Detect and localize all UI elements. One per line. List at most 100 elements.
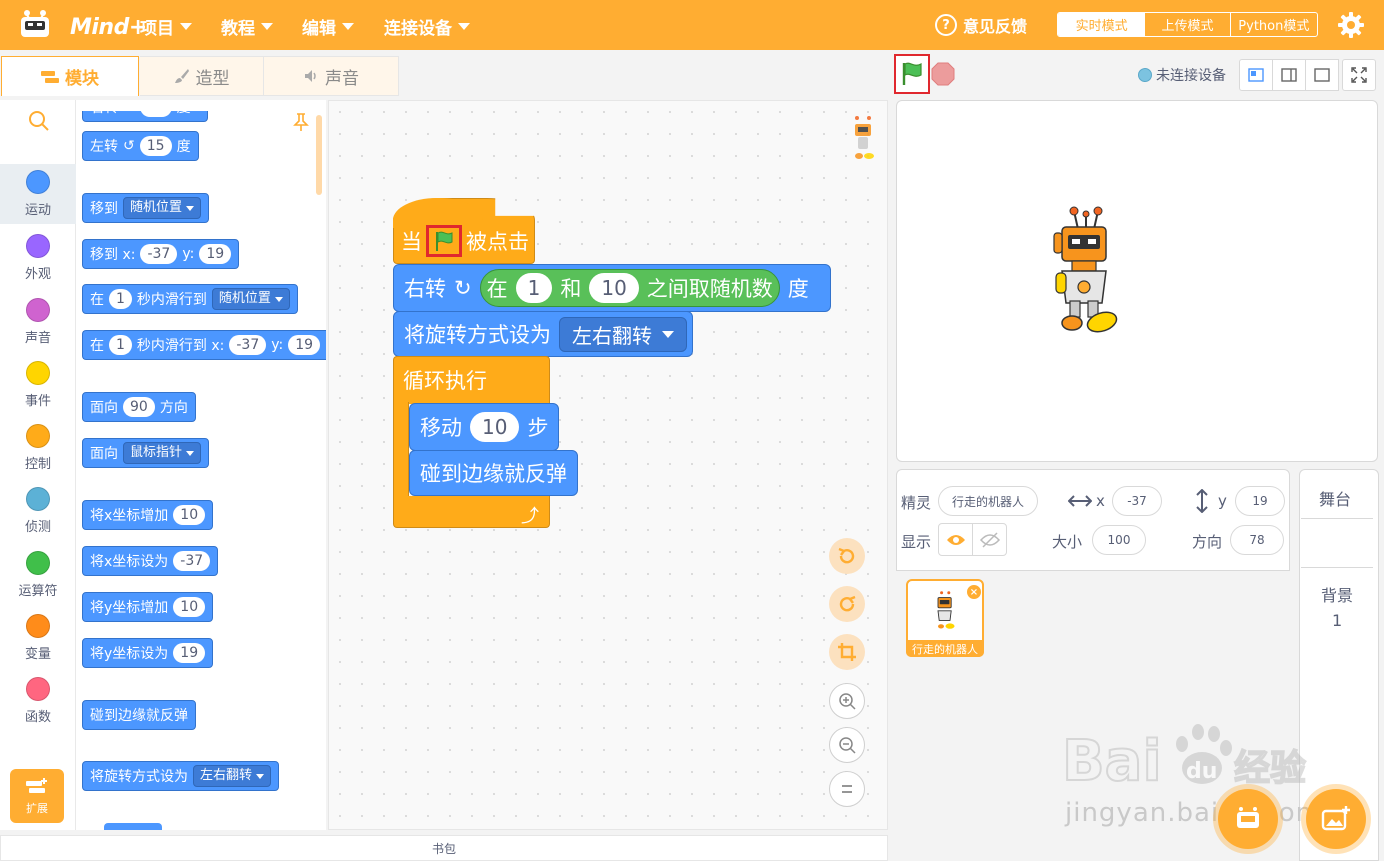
- block-dropdown[interactable]: 左右翻转: [193, 765, 272, 787]
- sprite-name-input[interactable]: 行走的机器人: [938, 486, 1038, 516]
- category-sensing[interactable]: 侦测: [0, 481, 76, 541]
- category-functions[interactable]: 函数: [0, 671, 76, 731]
- loop-arrow-icon: ⤴: [521, 506, 539, 527]
- crop-button[interactable]: [829, 634, 865, 670]
- feedback-button[interactable]: ? 意见反馈: [935, 13, 1027, 37]
- layout-hide-stage-button[interactable]: [1305, 59, 1339, 91]
- x-input[interactable]: -37: [1112, 486, 1162, 516]
- block-set-x[interactable]: 将x坐标设为 -37: [82, 546, 219, 576]
- block-change-x[interactable]: 将x坐标增加 10: [82, 500, 214, 530]
- block-change-y[interactable]: 将y坐标增加 10: [82, 592, 214, 622]
- block-point-direction[interactable]: 面向 90 方向: [82, 392, 196, 422]
- zoom-in-button[interactable]: [829, 683, 865, 719]
- pin-icon[interactable]: [292, 112, 310, 132]
- y-input[interactable]: 19: [1235, 486, 1285, 516]
- block-rotation-style[interactable]: 将旋转方式设为 左右翻转: [82, 761, 280, 791]
- redo-button[interactable]: [829, 586, 865, 622]
- category-sound[interactable]: 声音: [0, 292, 76, 352]
- layout-normal-stage-button[interactable]: [1272, 59, 1306, 91]
- stage-canvas[interactable]: [896, 100, 1378, 462]
- mode-upload[interactable]: 上传模式: [1145, 13, 1231, 36]
- block-glide-xy[interactable]: 在 1 秒内滑行到 x: -37 y: 19: [82, 330, 326, 360]
- rotation-style-dropdown[interactable]: 左右翻转: [559, 316, 687, 352]
- category-operators[interactable]: 运算符: [0, 545, 76, 605]
- block-input[interactable]: 10: [173, 597, 206, 617]
- block-glide-random[interactable]: 在 1 秒内滑行到 随机位置: [82, 284, 298, 314]
- block-dropdown[interactable]: 随机位置: [211, 288, 290, 310]
- category-control[interactable]: 控制: [0, 418, 76, 478]
- menu-project[interactable]: 项目: [140, 14, 192, 39]
- menu-connect-device[interactable]: 连接设备: [384, 14, 470, 39]
- layout-small-stage-button[interactable]: [1239, 59, 1273, 91]
- search-icon[interactable]: [28, 110, 50, 132]
- extensions-button[interactable]: 扩展: [10, 769, 64, 823]
- category-events[interactable]: 事件: [0, 355, 76, 415]
- hide-sprite-button[interactable]: [972, 523, 1007, 556]
- move-steps-input[interactable]: 10: [470, 412, 520, 442]
- stop-button[interactable]: [931, 62, 955, 86]
- category-motion[interactable]: 运动: [0, 164, 76, 224]
- block-bounce-on-edge[interactable]: 碰到边缘就反弹: [409, 450, 578, 496]
- block-text: 秒内滑行到 x:: [136, 338, 225, 354]
- block-goto-xy[interactable]: 移到 x: -37 y: 19: [82, 239, 240, 269]
- category-variables[interactable]: 变量: [0, 608, 76, 668]
- stage-thumbnail[interactable]: [1301, 518, 1373, 568]
- menu-edit[interactable]: 编辑: [302, 14, 354, 39]
- mode-realtime[interactable]: 实时模式: [1058, 13, 1146, 36]
- block-input[interactable]: -37: [173, 551, 211, 571]
- palette-scrollbar[interactable]: [316, 115, 322, 195]
- size-input[interactable]: 100: [1092, 525, 1146, 555]
- menu-edit-label: 编辑: [302, 19, 336, 39]
- sprite-name-label: 精灵: [901, 494, 932, 512]
- block-goto[interactable]: 移到 随机位置: [82, 193, 210, 223]
- block-input[interactable]: -37: [229, 335, 267, 355]
- robot-sprite[interactable]: [1052, 205, 1120, 340]
- fullscreen-button[interactable]: [1342, 59, 1376, 91]
- block-set-y[interactable]: 将y坐标设为 19: [82, 638, 214, 668]
- zoom-out-button[interactable]: [829, 727, 865, 763]
- chevron-down-icon: [180, 23, 192, 30]
- green-flag-button[interactable]: [894, 54, 930, 94]
- vertical-arrows-icon: [1196, 489, 1208, 513]
- direction-input[interactable]: 78: [1230, 525, 1284, 555]
- zoom-reset-button[interactable]: [829, 771, 865, 807]
- block-point-towards[interactable]: 面向 鼠标指针: [82, 438, 210, 468]
- block-input[interactable]: 1: [109, 289, 132, 309]
- add-backdrop-button[interactable]: [1306, 789, 1366, 849]
- random-from-input[interactable]: 1: [515, 273, 553, 303]
- block-dropdown[interactable]: 随机位置: [123, 197, 202, 219]
- mode-python[interactable]: Python模式: [1231, 13, 1317, 36]
- tab-sounds[interactable]: 声音: [263, 56, 399, 96]
- block-set-rotation-style[interactable]: 将旋转方式设为 左右翻转: [393, 311, 693, 357]
- block-input[interactable]: 19: [173, 643, 206, 663]
- block-input[interactable]: 1: [109, 335, 132, 355]
- block-input[interactable]: 19: [199, 244, 232, 264]
- random-reporter[interactable]: 在 1 和 10 之间取随机数: [479, 269, 780, 307]
- backpack-bar[interactable]: 书包: [0, 835, 888, 861]
- block-text: 移到: [90, 201, 118, 217]
- random-to-input[interactable]: 10: [589, 273, 639, 303]
- gear-icon[interactable]: [1336, 10, 1366, 40]
- delete-sprite-icon[interactable]: ×: [966, 584, 982, 600]
- mind-plus-logo[interactable]: Mind+: [18, 9, 147, 41]
- block-input[interactable]: 19: [288, 335, 321, 355]
- block-input[interactable]: 10: [173, 505, 206, 525]
- block-turn-right-random[interactable]: 右转 ↻ 在 1 和 10 之间取随机数 度: [393, 264, 831, 312]
- tab-costumes[interactable]: 造型: [140, 56, 264, 96]
- category-looks[interactable]: 外观: [0, 228, 76, 288]
- hat-block-when-flag-clicked[interactable]: 当 被点击: [393, 218, 539, 264]
- show-sprite-button[interactable]: [938, 523, 973, 556]
- image-add-icon: [1321, 806, 1350, 831]
- block-input[interactable]: 90: [123, 397, 155, 417]
- block-bounce[interactable]: 碰到边缘就反弹: [82, 700, 196, 730]
- menu-tutorial[interactable]: 教程: [221, 14, 273, 39]
- undo-button[interactable]: [829, 538, 865, 574]
- add-sprite-button[interactable]: [1218, 789, 1278, 849]
- block-input[interactable]: -37: [140, 244, 178, 264]
- block-move-steps[interactable]: 移动 10 步: [409, 403, 560, 451]
- tab-code[interactable]: 模块: [1, 56, 139, 96]
- block-dropdown[interactable]: 鼠标指针: [123, 442, 202, 464]
- block-input[interactable]: 15: [139, 136, 172, 156]
- feedback-label: 意见反馈: [963, 17, 1028, 36]
- block-turn-left[interactable]: 左转 ↺ 15 度: [82, 131, 199, 161]
